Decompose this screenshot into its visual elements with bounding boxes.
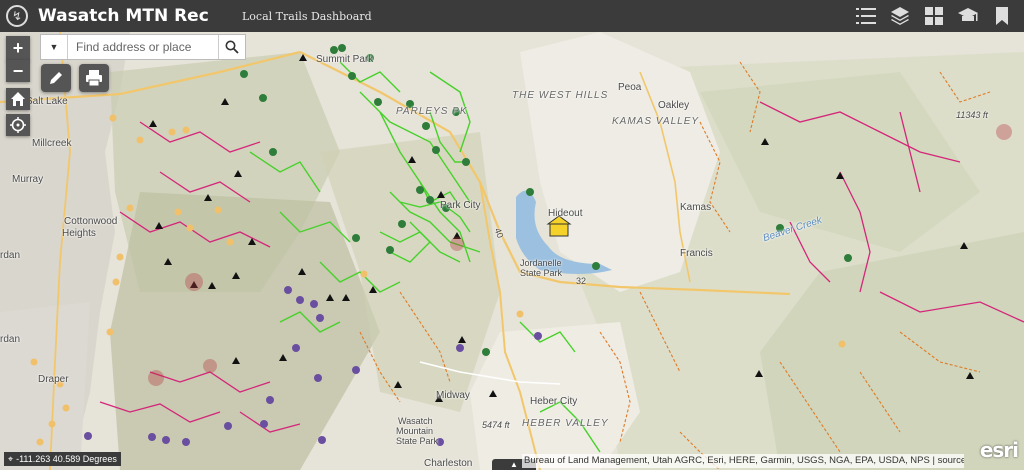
map-label: PARLEYS PK — [396, 106, 468, 117]
pencil-icon — [50, 72, 62, 84]
search-widget: ▼ — [40, 34, 246, 60]
coordinate-readout[interactable]: ⌖ -111.263 40.589 Degrees — [4, 452, 121, 466]
locate-button[interactable] — [6, 114, 30, 136]
map-label: Heights — [62, 228, 96, 239]
map-label: Jordanelle — [520, 258, 562, 268]
map-label: Draper — [38, 374, 69, 385]
home-icon — [11, 92, 25, 106]
search-source-dropdown[interactable]: ▼ — [41, 35, 68, 59]
map-label: Heber City — [530, 396, 578, 407]
map-label: Murray — [12, 174, 44, 185]
search-button[interactable] — [218, 35, 245, 59]
map-label: HEBER VALLEY — [522, 418, 609, 429]
crosshair-icon — [10, 117, 26, 133]
map-label: rdan — [0, 250, 21, 261]
home-button[interactable] — [6, 88, 30, 110]
esri-logo: esri — [979, 438, 1019, 462]
map-label: Kamas — [680, 202, 712, 213]
printer-icon — [86, 70, 102, 87]
crosshair-small-icon: ⌖ — [8, 453, 14, 464]
map-label: Hideout — [548, 208, 583, 219]
layers-icon[interactable] — [888, 4, 912, 28]
map-label: Summit Park — [316, 54, 374, 65]
draw-button[interactable] — [41, 64, 71, 92]
zoom-out-button[interactable]: − — [6, 60, 30, 82]
map-label: Peoa — [618, 82, 642, 93]
app-logo: ↯ — [6, 5, 28, 27]
map-label: 5474 ft — [482, 420, 510, 430]
map-label: Mountain — [396, 426, 434, 436]
map-label: State Park — [396, 436, 439, 446]
list-icon[interactable] — [854, 4, 878, 28]
print-button[interactable] — [79, 64, 109, 92]
map-label: State Park — [520, 268, 563, 278]
map-label: Cottonwood — [64, 216, 118, 227]
map-label: Oakley — [658, 100, 690, 111]
map-label: THE WEST HILLS — [512, 90, 609, 101]
search-icon — [225, 40, 239, 54]
map-label: Millcreek — [32, 138, 72, 149]
coordinate-text: -111.263 40.589 Degrees — [16, 454, 117, 464]
map-label: Wasatch — [398, 416, 433, 426]
map-label: Midway — [436, 390, 470, 401]
zoom-in-button[interactable]: + — [6, 36, 30, 61]
map-label: KAMAS VALLEY — [612, 116, 700, 127]
map-label: Park City — [440, 200, 481, 211]
map-label: Charleston — [424, 458, 473, 469]
header-toolbar — [854, 4, 1014, 28]
attribution-text[interactable]: Bureau of Land Management, Utah AGRC, Es… — [522, 454, 964, 468]
map-label: rdan — [0, 334, 21, 345]
map-view[interactable]: Summit Park PARLEYS PK Salt Lake Millcre… — [0, 32, 1024, 470]
legend-icon[interactable] — [956, 4, 980, 28]
basemap-gallery-icon[interactable] — [922, 4, 946, 28]
app-header: ↯ Wasatch MTN Rec Local Trails Dashboard — [0, 0, 1024, 32]
map-label: 32 — [576, 276, 587, 286]
search-input[interactable] — [68, 35, 218, 59]
map-label: Salt Lake — [26, 96, 68, 107]
bookmark-icon[interactable] — [990, 4, 1014, 28]
app-subtitle: Local Trails Dashboard — [242, 10, 372, 23]
app-title: Wasatch MTN Rec — [38, 6, 209, 26]
map-label: Francis — [680, 248, 713, 259]
map-label: 11343 ft — [956, 110, 988, 120]
